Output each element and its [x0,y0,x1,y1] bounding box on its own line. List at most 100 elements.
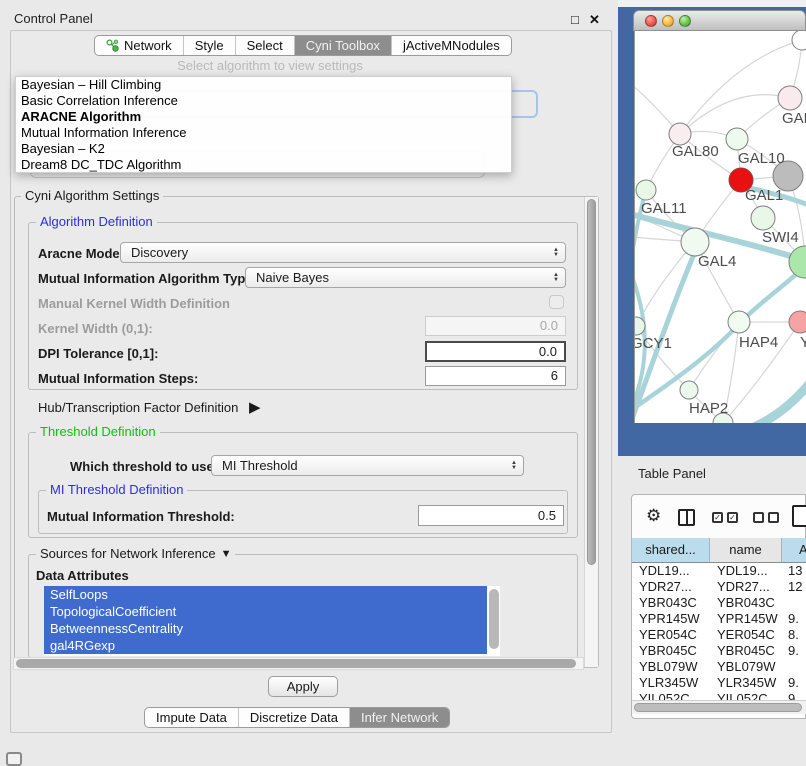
dropdown-item-dream8[interactable]: Dream8 DC_TDC Algorithm [16,157,511,173]
column-header-name[interactable]: name [710,538,782,562]
attributes-list-scrollbar-thumb[interactable] [489,589,499,649]
dropdown-item-aracne[interactable]: ARACNE Algorithm [16,109,511,125]
dpi-tolerance-field[interactable]: 0.0 [425,341,566,362]
network-window-titlebar[interactable] [633,10,806,31]
sources-group-title[interactable]: Sources for Network Inference ▼ [36,547,235,561]
cell-value[interactable]: 9. [782,675,806,691]
hub-expander-arrow-icon[interactable]: ▶ [249,398,261,416]
network-node-gal10[interactable] [726,128,748,150]
network-node-gal80[interactable] [669,123,691,145]
close-panel-icon[interactable]: ✕ [589,12,600,28]
network-node-hap2[interactable] [680,381,698,399]
tab-impute-data[interactable]: Impute Data [145,708,238,727]
tab-select[interactable]: Select [235,36,294,55]
gear-icon[interactable]: ⚙ [646,506,661,526]
table-row[interactable]: YDL19...YDL19...13 [632,563,806,579]
tab-discretize-data[interactable]: Discretize Data [238,708,349,727]
table-row[interactable]: YPR145WYPR145W9. [632,611,806,627]
deselect-all-icon[interactable] [753,512,764,523]
float-window-icon[interactable]: □ [571,12,579,27]
collapsed-panel-icon[interactable] [6,752,22,766]
list-item-betweennesscentrality[interactable]: BetweennessCentrality [44,620,487,637]
cell-value[interactable] [782,659,806,675]
cell-shared[interactable]: YPR145W [632,611,710,627]
select-all-check-icon-2[interactable]: ✓ [727,512,738,523]
network-node-salmon[interactable] [789,311,806,333]
kernel-width-field[interactable]: 0.0 [425,316,566,336]
apply-button[interactable]: Apply [268,676,338,697]
network-node-gal-partial[interactable] [778,86,802,110]
cell-name[interactable]: YBL079W [710,659,782,675]
tab-network[interactable]: Network [95,36,183,55]
cell-shared[interactable]: YER054C [632,627,710,643]
cell-name[interactable]: YBR045C [710,643,782,659]
network-node-hap4[interactable] [728,311,750,333]
mi-type-combobox[interactable]: Naive Bayes ▲▼ [245,267,566,288]
tab-infer-network[interactable]: Infer Network [349,708,449,727]
settings-vertical-scrollbar[interactable] [584,197,598,667]
cell-shared[interactable]: YBL079W [632,659,710,675]
column-header-partial[interactable]: A [782,538,806,562]
aracne-mode-combobox[interactable]: Discovery ▲▼ [120,242,566,263]
list-item-gal4rgexp[interactable]: gal4RGexp [44,637,487,654]
network-node-top[interactable] [792,31,806,50]
network-canvas[interactable]: GAL GAL80 GAL10 GAL1 GAL11 SWI4 GAL4 GCY… [634,31,806,423]
window-close-icon[interactable] [645,15,657,27]
export-table-icon[interactable] [792,505,806,527]
list-item-selfloops[interactable]: SelfLoops [44,586,487,603]
window-zoom-icon[interactable] [679,15,691,27]
table-row[interactable]: YBR043CYBR043C [632,595,806,611]
window-minimize-icon[interactable] [662,15,674,27]
cell-value[interactable] [782,595,806,611]
list-item-topologicalcoefficient[interactable]: TopologicalCoefficient [44,603,487,620]
cell-name[interactable]: YDR27... [710,579,782,595]
cell-value[interactable]: 9. [782,611,806,627]
tab-style[interactable]: Style [183,36,235,55]
cell-name[interactable]: YBR043C [710,595,782,611]
mi-threshold-field[interactable]: 0.5 [418,505,564,526]
tab-cyni-toolbox[interactable]: Cyni Toolbox [294,36,391,55]
cell-shared[interactable]: YBR043C [632,595,710,611]
dropdown-item-bayesian-hill-climbing[interactable]: Bayesian – Hill Climbing [16,77,511,93]
cell-shared[interactable]: YLR345W [632,675,710,691]
table-row[interactable]: YBR045CYBR045C9. [632,643,806,659]
dropdown-item-mutual-information[interactable]: Mutual Information Inference [16,125,511,141]
table-row[interactable]: YIL052CYIL052C9. [632,691,806,700]
cell-value[interactable]: 13 [782,563,806,579]
network-node-gal4[interactable] [681,228,709,256]
table-row[interactable]: YDR27...YDR27...12 [632,579,806,595]
cell-name[interactable]: YER054C [710,627,782,643]
dropdown-item-bayesian-k2[interactable]: Bayesian – K2 [16,141,511,157]
cell-name[interactable]: YDL19... [710,563,782,579]
dropdown-item-basic-correlation[interactable]: Basic Correlation Inference [16,93,511,109]
cell-shared[interactable]: YDL19... [632,563,710,579]
table-row[interactable]: YBL079WYBL079W [632,659,806,675]
cell-shared[interactable]: YBR045C [632,643,710,659]
select-all-check-icon[interactable]: ✓ [712,512,723,523]
cell-value[interactable]: 12 [782,579,806,595]
network-node-swi4[interactable] [751,206,775,230]
tab-jactivemnodules[interactable]: jActiveMNodules [391,36,511,55]
mi-steps-field[interactable]: 6 [425,366,566,386]
cell-value[interactable]: 8. [782,627,806,643]
table-hscroll-thumb[interactable] [634,703,802,712]
network-node-green-large[interactable] [789,246,806,278]
cell-value[interactable]: 9. [782,643,806,659]
cell-shared[interactable]: YIL052C [632,691,710,700]
cell-name[interactable]: YLR345W [710,675,782,691]
table-row[interactable]: YLR345WYLR345W9. [632,675,806,691]
cell-name[interactable]: YPR145W [710,611,782,627]
settings-horizontal-scrollbar[interactable] [13,657,584,670]
deselect-all-icon-2[interactable] [768,512,779,523]
table-row[interactable]: YER054CYER054C8. [632,627,806,643]
cell-name[interactable]: YIL052C [710,691,782,700]
cell-shared[interactable]: YDR27... [632,579,710,595]
manual-kernel-checkbox[interactable] [549,295,564,309]
column-header-shared-name[interactable]: shared... [632,538,710,562]
sources-collapse-arrow-icon[interactable]: ▼ [221,547,232,561]
network-node-gal11[interactable] [636,180,656,200]
settings-vscroll-thumb[interactable] [587,199,596,565]
cell-value[interactable]: 9. [782,691,806,700]
table-horizontal-scrollbar[interactable] [632,700,806,714]
which-threshold-combobox[interactable]: MI Threshold ▲▼ [211,455,524,476]
